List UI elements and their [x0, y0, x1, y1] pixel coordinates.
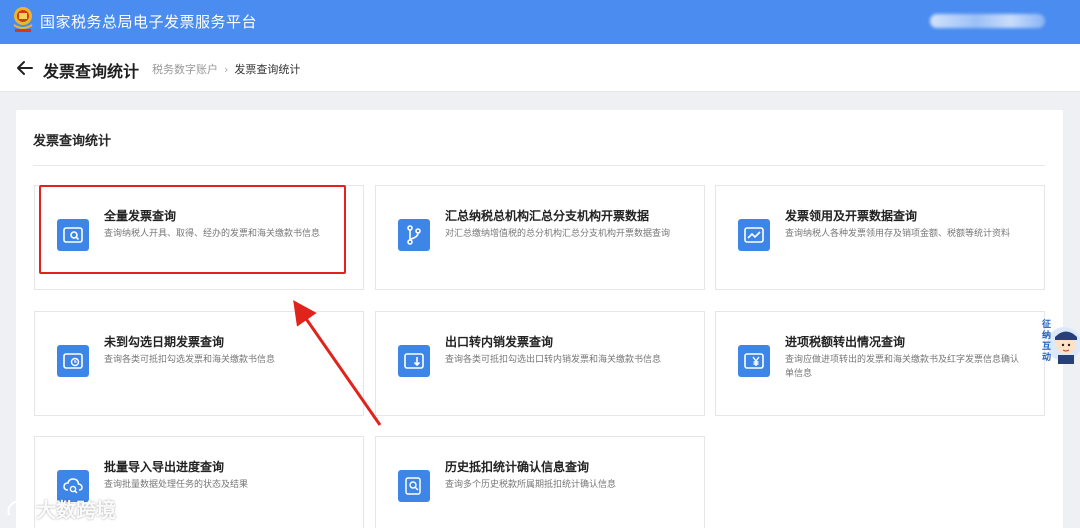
card-full-invoice-query[interactable]: 全量发票查询 查询纳税人开具、取得、经办的发票和海关缴款书信息 — [34, 185, 364, 290]
card-branch-invoice-data[interactable]: 汇总纳税总机构汇总分支机构开票数据 对汇总缴纳增值税的总分机构汇总分支机构开票数… — [375, 185, 705, 290]
history-search-icon — [398, 470, 430, 502]
card-title: 汇总纳税总机构汇总分支机构开票数据 — [445, 209, 650, 223]
divider — [33, 165, 1045, 166]
breadcrumb: 税务数字账户 › 发票查询统计 — [152, 61, 300, 77]
section-title: 发票查询统计 — [33, 134, 112, 149]
card-desc: 查询纳税人各种发票领用存及销项金额、税额等统计资料 — [785, 229, 1011, 239]
tax-bureau-emblem-icon — [13, 7, 33, 32]
card-title: 全量发票查询 — [104, 209, 177, 223]
ticket-arrow-icon — [398, 345, 430, 377]
card-desc: 查询多个历史税款所属期抵扣统计确认信息 — [445, 480, 617, 490]
card-invoice-usage-data[interactable]: 发票领用及开票数据查询 查询纳税人各种发票领用存及销项金额、税额等统计资料 — [715, 185, 1045, 290]
helper-label: 征纳互动 — [1042, 320, 1052, 363]
breadcrumb-item-tax-account[interactable]: 税务数字账户 — [152, 61, 218, 77]
user-account-menu[interactable] — [930, 14, 1045, 28]
arrow-left-icon[interactable] — [16, 59, 34, 77]
page-title: 发票查询统计 — [43, 62, 140, 81]
breadcrumb-item-current: 发票查询统计 — [234, 63, 301, 76]
card-title: 发票领用及开票数据查询 — [785, 209, 918, 223]
clock-ticket-icon — [57, 345, 89, 377]
chevron-right-icon: › — [224, 62, 229, 76]
card-pending-selection-query[interactable]: 未到勾选日期发票查询 查询各类可抵扣勾选发票和海关缴款书信息 — [34, 311, 364, 416]
card-title: 出口转内销发票查询 — [445, 335, 554, 349]
branch-icon — [398, 219, 430, 251]
page-header: 发票查询统计 税务数字账户 › 发票查询统计 — [0, 44, 1080, 92]
app-title: 国家税务总局电子发票服务平台 — [40, 13, 258, 31]
card-desc: 查询批量数据处理任务的状态及结果 — [104, 480, 249, 490]
card-desc: 查询各类可抵扣勾选出口转内销发票和海关缴款书信息 — [445, 355, 662, 365]
card-desc: 查询各类可抵扣勾选发票和海关缴款书信息 — [104, 355, 276, 365]
card-desc: 查询纳税人开具、取得、经办的发票和海关缴款书信息 — [104, 229, 321, 239]
floating-helper-widget[interactable]: 征纳互动 — [1040, 318, 1080, 366]
card-desc: 对汇总缴纳增值税的总分机构汇总分支机构开票数据查询 — [445, 229, 671, 239]
card-input-tax-transfer-query[interactable]: 进项税额转出情况查询 查询应做进项转出的发票和海关缴款书及红字发票信息确认单信息 — [715, 311, 1045, 416]
card-title: 进项税额转出情况查询 — [785, 335, 906, 349]
card-desc: 查询应做进项转出的发票和海关缴款书及红字发票信息确认单信息 — [785, 355, 1020, 379]
watermark-text: 大数跨境 — [36, 497, 116, 522]
watermark-logo-icon — [7, 497, 29, 516]
top-bar: 国家税务总局电子发票服务平台 — [0, 0, 1080, 44]
invoice-search-icon — [57, 219, 89, 251]
card-title: 未到勾选日期发票查询 — [104, 335, 225, 349]
trend-ticket-icon — [738, 219, 770, 251]
yen-transfer-icon — [738, 345, 770, 377]
card-title: 历史抵扣统计确认信息查询 — [445, 460, 590, 474]
card-historical-deduction-query[interactable]: 历史抵扣统计确认信息查询 查询多个历史税款所属期抵扣统计确认信息 — [375, 436, 705, 528]
card-title: 批量导入导出进度查询 — [104, 460, 225, 474]
card-export-to-domestic-query[interactable]: 出口转内销发票查询 查询各类可抵扣勾选出口转内销发票和海关缴款书信息 — [375, 311, 705, 416]
watermark: 大数跨境 — [6, 492, 116, 524]
